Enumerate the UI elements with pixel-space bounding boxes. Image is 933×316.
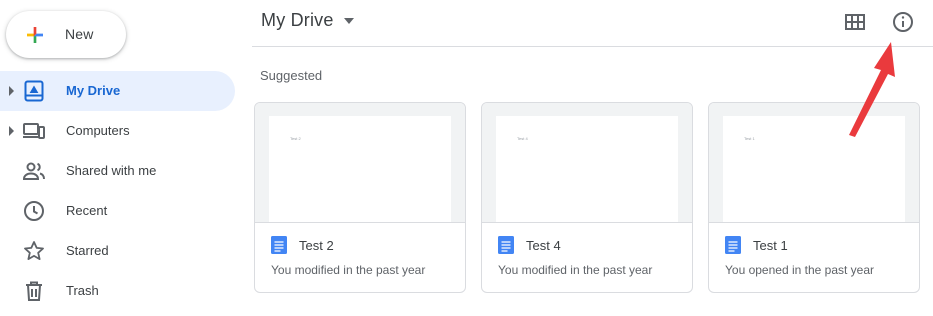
sidebar-item-label: Trash: [66, 283, 99, 298]
google-docs-icon: [725, 236, 741, 254]
file-activity: You opened in the past year: [725, 263, 875, 277]
computers-icon: [23, 123, 45, 139]
plus-icon: [27, 27, 43, 43]
expand-caret-icon[interactable]: [7, 125, 15, 137]
sidebar-item-shared-with-me[interactable]: Shared with me: [0, 151, 235, 191]
file-card[interactable]: Test 2 Test 2 You modified in the past y…: [254, 102, 466, 293]
file-card[interactable]: Test 4 Test 4 You modified in the past y…: [481, 102, 693, 293]
new-button[interactable]: New: [6, 11, 126, 58]
page-title-dropdown[interactable]: My Drive: [261, 10, 354, 31]
sidebar-item-label: Starred: [66, 243, 109, 258]
grid-view-icon[interactable]: [843, 10, 867, 34]
google-docs-icon: [271, 236, 287, 254]
new-button-label: New: [65, 26, 94, 42]
trash-icon: [26, 281, 42, 301]
sidebar-item-label: Recent: [66, 203, 108, 218]
expand-caret-icon[interactable]: [7, 85, 15, 97]
my-drive-icon: [24, 80, 44, 102]
section-title-suggested: Suggested: [260, 68, 323, 83]
file-name: Test 1: [753, 238, 788, 253]
card-divider: [709, 222, 919, 223]
shared-with-me-icon: [22, 162, 45, 180]
document-preview: Test 4: [496, 116, 678, 222]
page-title: My Drive: [261, 10, 334, 30]
sidebar-item-label: Computers: [66, 123, 130, 138]
file-name: Test 4: [526, 238, 561, 253]
recent-clock-icon: [24, 201, 44, 221]
card-divider: [255, 222, 465, 223]
sidebar-item-label: My Drive: [66, 83, 121, 98]
document-preview: Test 2: [269, 116, 451, 222]
sidebar-item-my-drive[interactable]: My Drive: [0, 71, 235, 111]
sidebar-item-computers[interactable]: Computers: [0, 111, 235, 151]
file-thumbnail: Test 2: [255, 103, 465, 222]
preview-text: Test 2: [290, 136, 301, 141]
google-docs-icon: [498, 236, 514, 254]
sidebar-item-recent[interactable]: Recent: [0, 191, 235, 231]
header-divider: [252, 46, 933, 47]
card-divider: [482, 222, 692, 223]
preview-text: Test 4: [517, 136, 528, 141]
star-icon: [24, 241, 44, 260]
sidebar-item-starred[interactable]: Starred: [0, 231, 235, 271]
sidebar-item-trash[interactable]: Trash: [0, 271, 235, 311]
file-name: Test 2: [299, 238, 334, 253]
chevron-down-icon: [343, 17, 354, 24]
annotation-arrow-icon: [849, 42, 895, 137]
file-activity: You modified in the past year: [271, 263, 426, 277]
sidebar-nav: My Drive Computers Shared with me Recent: [0, 71, 236, 311]
preview-text: Test 1: [744, 136, 755, 141]
file-thumbnail: Test 4: [482, 103, 692, 222]
file-activity: You modified in the past year: [498, 263, 653, 277]
sidebar-item-label: Shared with me: [66, 163, 157, 178]
info-icon[interactable]: [891, 10, 915, 34]
